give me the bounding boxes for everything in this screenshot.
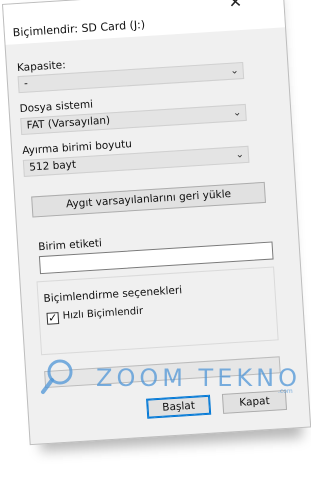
watermark-text: ZOOM TEKNO — [96, 364, 301, 392]
chevron-down-icon: ⌄ — [232, 107, 242, 119]
chevron-down-icon: ⌄ — [229, 65, 240, 77]
filesystem-label: Dosya sistemi — [19, 98, 94, 116]
capacity-label: Kapasite: — [16, 59, 67, 75]
screenshot-stage: Biçimlendir: SD Card (J:) ✕ Kapasite: - … — [0, 0, 311, 488]
checkmark-icon: ✓ — [47, 311, 58, 325]
allocation-value: 512 bayt — [28, 158, 77, 174]
watermark-suffix: .com — [278, 388, 293, 395]
close-icon[interactable]: ✕ — [227, 0, 244, 12]
dialog-title: Biçimlendir: SD Card (J:) — [12, 18, 146, 40]
title-bar: Biçimlendir: SD Card (J:) ✕ — [3, 0, 286, 45]
watermark: ZOOM TEKNO .com — [40, 358, 300, 398]
start-button[interactable]: Başlat — [146, 394, 212, 419]
chevron-down-icon: ⌄ — [235, 149, 245, 161]
capacity-value: - — [23, 77, 29, 90]
restore-defaults-button[interactable]: Aygıt varsayılanlarını geri yükle — [31, 181, 267, 218]
volume-label-label: Birim etiketi — [37, 237, 103, 254]
magnifier-icon — [41, 359, 73, 394]
quick-format-checkbox[interactable]: ✓ — [46, 311, 60, 325]
filesystem-value: FAT (Varsayılan) — [26, 114, 111, 132]
